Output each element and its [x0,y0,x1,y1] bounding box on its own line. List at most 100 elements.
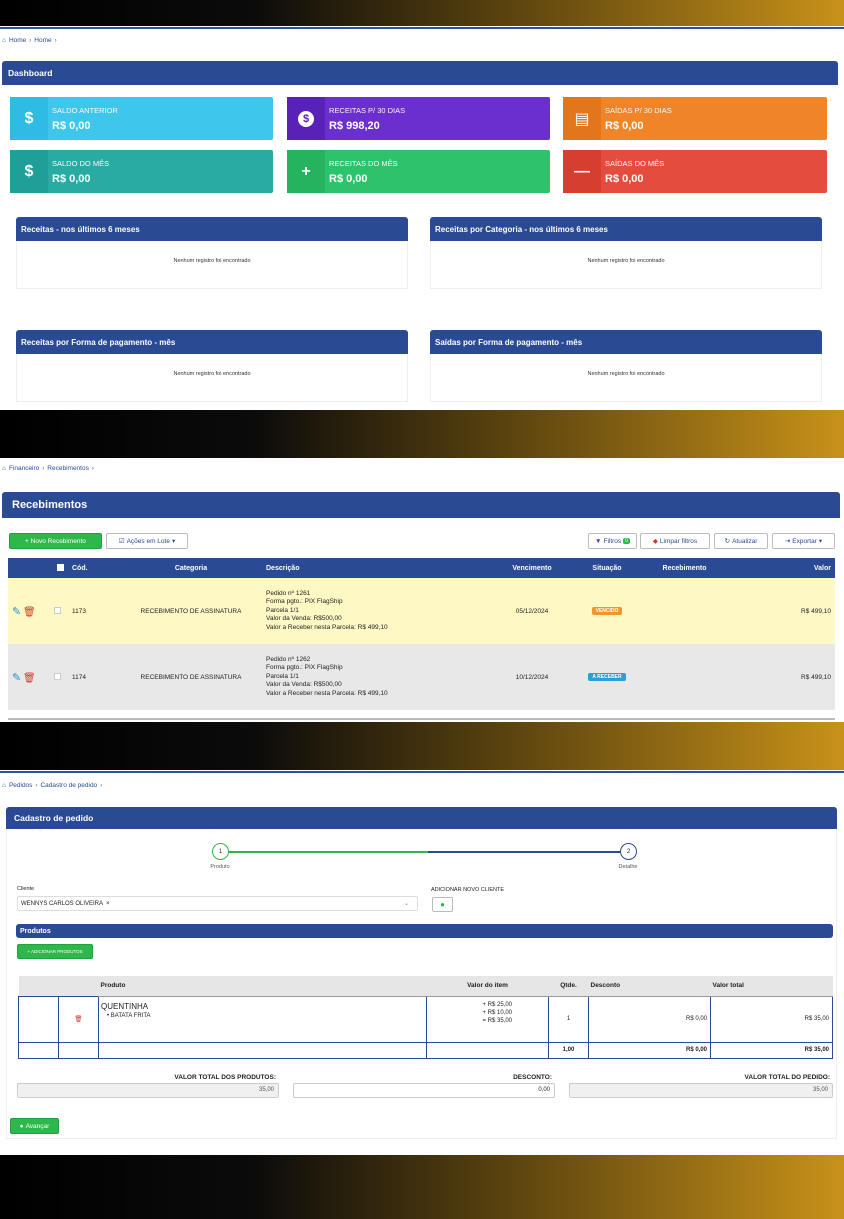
eraser-icon: ◆ [652,538,658,545]
step-1-circle[interactable]: 1 [212,843,229,860]
due-date-cell: 05/12/2024 [515,607,549,615]
card-value: R$ 998,20 [329,119,380,132]
chevron-right-icon: › [100,782,103,789]
add-products-button[interactable]: + ADICIONAR PRODUTOS [17,944,93,959]
breadcrumb-item[interactable]: Home [34,37,51,44]
row-checkbox[interactable] [54,578,66,644]
summary-card: ▤ SAÍDAS P/ 30 DIAS R$ 0,00 [563,97,827,140]
step-2-circle[interactable]: 2 [620,843,637,860]
due-date-cell: 10/12/2024 [515,673,549,681]
col-value[interactable]: Valor [727,558,835,578]
code-cell: 1173 [72,607,86,615]
top-banner [0,0,844,26]
clear-filters-label: Limpar filtros [659,537,698,545]
minus-icon: — [563,150,601,193]
clear-icon[interactable]: × [106,901,110,907]
card-value: R$ 0,00 [52,119,91,132]
order-total-field: 35,00 [569,1083,833,1098]
trash-icon[interactable]: 🗑 [58,995,99,1043]
filters-button[interactable]: ▼ Filtros 0 [588,533,637,549]
refresh-button[interactable]: ↻ Atualizar [714,533,768,549]
card-label: SAÍDAS DO MÊS [605,158,665,168]
col-due-date[interactable]: Vencimento [492,558,572,578]
card-value: R$ 0,00 [605,119,644,132]
client-select[interactable]: WENNYS CARLOS OLIVEIRA × ⌄ [17,896,418,911]
money-bag-icon: $ [287,97,325,140]
breadcrumb-item[interactable]: Pedidos [9,782,33,789]
empty-state: Nenhum registro foi encontrado [16,354,408,402]
description-line: Parcela 1/1 [266,606,299,614]
receipt-icon: ▤ [563,97,601,140]
home-icon: ⌂ [2,37,6,44]
description-cell: Pedido nº 1262 Forma pgto.: PIX FlagShip P… [266,644,492,710]
table-row[interactable]: ✎ 🗑 1174 RECEBIMENTO DE ASSINATURA Pedido n… [8,644,835,710]
add-client-button[interactable]: ● [432,897,453,912]
discount-value: R$ 0,00 [588,995,711,1043]
col-status[interactable]: Situação [572,558,642,578]
description-line: Valor a Receber nesta Parcela: R$ 499,10 [266,623,388,631]
select-all-checkbox[interactable] [54,558,66,578]
trash-icon[interactable]: 🗑 [23,673,36,684]
qty-total: 1,00 [548,1041,589,1059]
breadcrumb-item[interactable]: Cadastro de pedido [40,782,97,789]
batch-actions-label: Ações em Lote [126,537,170,545]
description-line: Valor a Receber nesta Parcela: R$ 499,10 [266,689,388,697]
home-icon: ⌂ [2,465,6,472]
description-line: Pedido nº 1262 [266,655,311,663]
col-qty: Qtde. [548,976,589,997]
export-icon: ⇥ [784,538,791,545]
discount-total: R$ 0,00 [588,1041,711,1059]
stepper-line-complete [228,851,428,853]
edit-icon[interactable]: ✎ [12,606,21,618]
trash-icon[interactable]: 🗑 [23,607,36,618]
category-cell: RECEBIMENTO DE ASSINATURA [140,673,242,681]
chevron-right-icon: › [35,782,38,789]
dollar-icon: $ [10,97,48,140]
stepper-line-pending [428,851,622,853]
new-receipt-button[interactable]: + Novo Recebimento [9,533,102,549]
chevron-right-icon: › [91,465,94,472]
receipts-table: Cód. Categoria Descrição Vencimento Situ… [8,558,835,710]
description-line: Valor da Venda: R$500,00 [266,681,342,689]
breadcrumb-item[interactable]: Financeiro [9,465,39,472]
discount-input[interactable]: 0,00 [293,1083,555,1098]
table-header: Produto Valor do item Qtde. Desconto Val… [18,976,833,997]
refresh-icon: ↻ [724,538,731,545]
widget-title: Saídas por Forma de pagamento - mês [430,330,822,354]
summary-card: — SAÍDAS DO MÊS R$ 0,00 [563,150,827,193]
breadcrumb: ⌂ Home › Home › [2,37,57,44]
page-title: Recebimentos [2,492,840,518]
batch-actions-button[interactable]: ☑ Ações em Lote ▾ [106,533,188,549]
next-button[interactable]: ● Avançar [10,1118,59,1134]
summary-card: $ RECEITAS P/ 30 DIAS R$ 998,20 [287,97,550,140]
clear-filters-button[interactable]: ◆ Limpar filtros [640,533,710,549]
table-row: 🗑 QUENTINHA • BATATA FRITA + R$ 25,00 + … [18,995,833,1043]
products-section-title: Produtos [16,924,833,938]
export-button[interactable]: ⇥ Exportar ▾ [772,533,835,549]
refresh-label: Atualizar [732,537,758,545]
edit-icon[interactable]: ✎ [12,672,21,684]
description-line: Parcela 1/1 [266,672,299,680]
breadcrumb-item[interactable]: Home [9,37,26,44]
col-category[interactable]: Categoria [116,558,266,578]
breadcrumb-item[interactable]: Recebimentos [47,465,89,472]
empty-state: Nenhum registro foi encontrado [430,354,822,402]
col-code[interactable]: Cód. [66,558,116,578]
step-1-label: Produto [210,864,230,870]
empty-state: Nenhum registro foi encontrado [16,241,408,289]
description-line: Pedido nº 1261 [266,589,311,597]
value-cell: R$ 499,10 [801,607,831,615]
order-total-label: VALOR TOTAL DO PEDIDO: [744,1074,830,1081]
item-value-cell: + R$ 25,00 + R$ 10,00 = R$ 35,00 [426,995,549,1043]
table-scrollbar[interactable] [8,715,835,720]
banner-divider [0,410,844,458]
col-received[interactable]: Recebimento [642,558,727,578]
card-label: RECEITAS DO MÊS [329,158,398,168]
col-description[interactable]: Descrição [266,558,492,578]
row-checkbox[interactable] [54,644,66,710]
summary-card: $ SALDO ANTERIOR R$ 0,00 [10,97,273,140]
table-row[interactable]: ✎ 🗑 1173 RECEBIMENTO DE ASSINATURA Pedido n… [8,578,835,644]
breadcrumb: ⌂ Financeiro › Recebimentos › [2,465,94,472]
description-line: Forma pgto.: PIX FlagShip [266,598,343,606]
products-total-field: 35,00 [17,1083,279,1098]
